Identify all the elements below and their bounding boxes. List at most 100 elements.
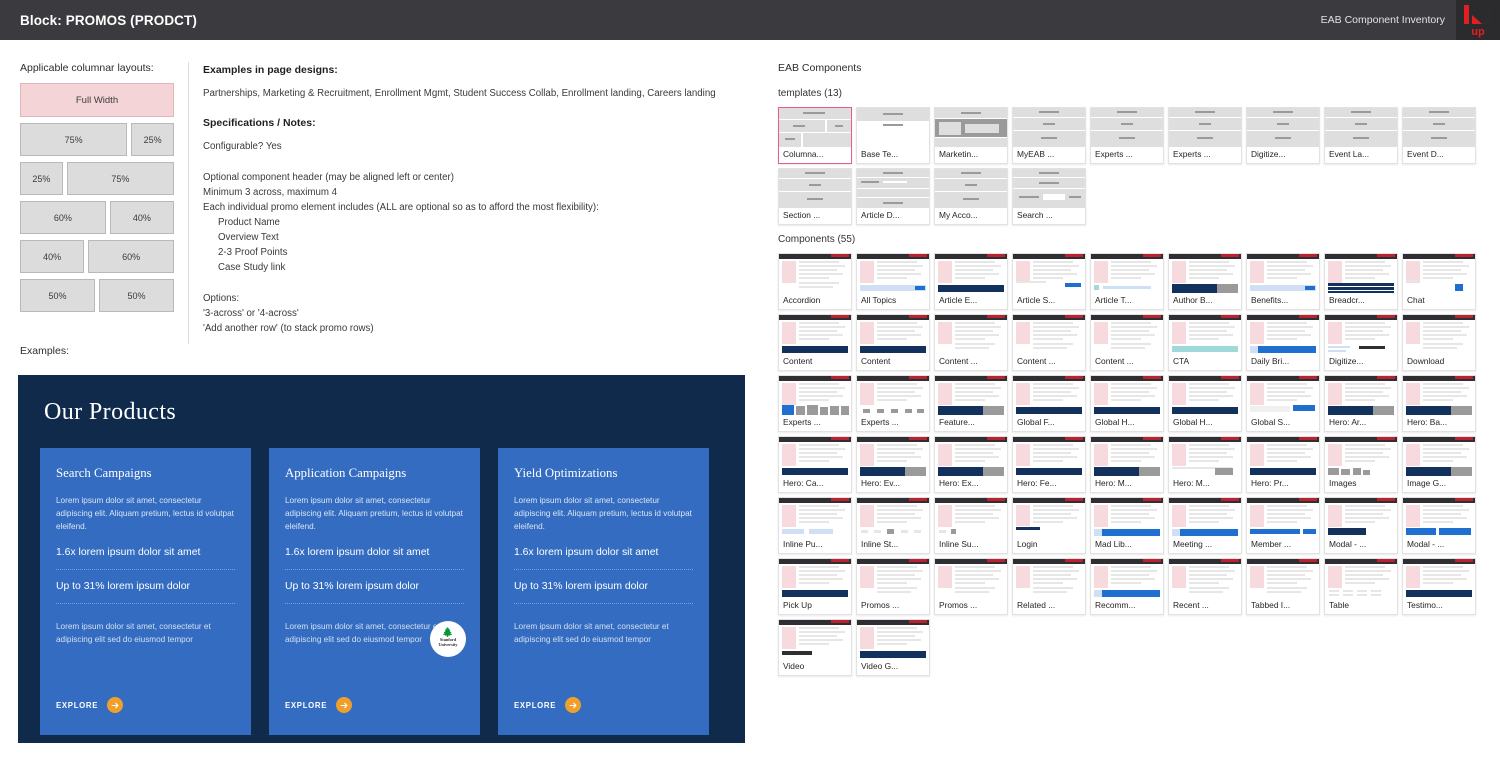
component-thumbnail[interactable]: Article T... (1090, 253, 1164, 310)
component-thumbnail[interactable]: Breadcr... (1324, 253, 1398, 310)
component-thumbnail[interactable]: Login (1012, 497, 1086, 554)
layout-option-75[interactable]: 75% (66, 162, 174, 195)
layout-option-60[interactable]: 60% (88, 240, 174, 273)
layout-option-full-width[interactable]: Full Width (20, 83, 174, 117)
template-thumbnail[interactable]: Experts ... (1168, 107, 1242, 164)
component-thumbnail[interactable]: Hero: M... (1090, 436, 1164, 493)
component-label: Inline St... (861, 539, 899, 549)
component-thumbnail[interactable]: Hero: Ex... (934, 436, 1008, 493)
template-thumbnail[interactable]: Event D... (1402, 107, 1476, 164)
component-thumbnail[interactable]: Meeting ... (1168, 497, 1242, 554)
component-label: Hero: Ba... (1407, 417, 1448, 427)
explore-link[interactable]: EXPLORE (285, 697, 353, 713)
component-preview-image (1091, 559, 1163, 598)
component-thumbnail[interactable]: Content ... (1012, 314, 1086, 371)
component-label: Daily Bri... (1251, 356, 1290, 366)
columnar-layouts-panel: Applicable columnar layouts: Full Width … (20, 62, 180, 318)
template-thumbnail[interactable]: Section ... (778, 168, 852, 225)
component-thumbnail[interactable]: CTA (1168, 314, 1242, 371)
tree-icon: 🌲 (442, 627, 454, 638)
component-thumbnail[interactable]: Hero: Ca... (778, 436, 852, 493)
template-thumbnail[interactable]: My Acco... (934, 168, 1008, 225)
template-label: Columna... (783, 149, 824, 159)
component-thumbnail[interactable]: Article S... (1012, 253, 1086, 310)
component-thumbnail[interactable]: Feature... (934, 375, 1008, 432)
component-thumbnail[interactable]: All Topics (856, 253, 930, 310)
explore-link[interactable]: EXPLORE (514, 697, 582, 713)
component-thumbnail[interactable]: Modal - ... (1324, 497, 1398, 554)
component-thumbnail[interactable]: Inline Su... (934, 497, 1008, 554)
template-thumbnail[interactable]: Search ... (1012, 168, 1086, 225)
template-thumbnail[interactable]: Columna... (778, 107, 852, 164)
template-thumbnail[interactable]: Article D... (856, 168, 930, 225)
component-thumbnail[interactable]: Promos ... (856, 558, 930, 615)
component-thumbnail[interactable]: Promos ... (934, 558, 1008, 615)
examples-heading: Examples: (20, 345, 70, 357)
component-thumbnail[interactable]: Hero: Pr... (1246, 436, 1320, 493)
component-thumbnail[interactable]: Content ... (934, 314, 1008, 371)
component-thumbnail[interactable]: Member ... (1246, 497, 1320, 554)
component-thumbnail[interactable]: Hero: Ev... (856, 436, 930, 493)
component-thumbnail[interactable]: Pick Up (778, 558, 852, 615)
template-thumbnail[interactable]: Digitize... (1246, 107, 1320, 164)
component-thumbnail[interactable]: Global H... (1168, 375, 1242, 432)
layout-option-50[interactable]: 50% (99, 279, 174, 312)
promo-card[interactable]: Application Campaigns Lorem ipsum dolor … (269, 448, 480, 735)
layout-option-50[interactable]: 50% (20, 279, 95, 312)
component-thumbnail[interactable]: Global H... (1090, 375, 1164, 432)
component-thumbnail[interactable]: Benefits... (1246, 253, 1320, 310)
component-thumbnail[interactable]: Digitize... (1324, 314, 1398, 371)
component-thumbnail[interactable]: Daily Bri... (1246, 314, 1320, 371)
layout-option-25[interactable]: 25% (20, 162, 63, 195)
eab-components-panel: EAB Components templates (13) Columna...… (778, 62, 1488, 676)
promo-card[interactable]: Yield Optimizations Lorem ipsum dolor si… (498, 448, 709, 735)
component-label: Mad Lib... (1095, 539, 1132, 549)
component-thumbnail[interactable]: Experts ... (778, 375, 852, 432)
explore-link[interactable]: EXPLORE (56, 697, 124, 713)
component-thumbnail[interactable]: Hero: Ba... (1402, 375, 1476, 432)
component-thumbnail[interactable]: Global F... (1012, 375, 1086, 432)
layout-option-75[interactable]: 75% (20, 123, 128, 156)
component-thumbnail[interactable]: Global S... (1246, 375, 1320, 432)
template-thumbnail[interactable]: MyEAB ... (1012, 107, 1086, 164)
layout-option-60[interactable]: 60% (20, 201, 106, 234)
component-thumbnail[interactable]: Hero: Ar... (1324, 375, 1398, 432)
component-thumbnail[interactable]: Inline Pu... (778, 497, 852, 554)
component-thumbnail[interactable]: Video G... (856, 619, 930, 676)
component-thumbnail[interactable]: Hero: Fe... (1012, 436, 1086, 493)
component-thumbnail[interactable]: Image G... (1402, 436, 1476, 493)
component-thumbnail[interactable]: Content (856, 314, 930, 371)
component-thumbnail[interactable]: Download (1402, 314, 1476, 371)
component-thumbnail[interactable]: Images (1324, 436, 1398, 493)
component-thumbnail[interactable]: Table (1324, 558, 1398, 615)
component-thumbnail[interactable]: Mad Lib... (1090, 497, 1164, 554)
template-thumbnail[interactable]: Event La... (1324, 107, 1398, 164)
component-thumbnail[interactable]: Recent ... (1168, 558, 1242, 615)
component-thumbnail[interactable]: Modal - ... (1402, 497, 1476, 554)
template-thumbnail[interactable]: Marketin... (934, 107, 1008, 164)
layout-row: 50% 50% (20, 279, 174, 312)
component-label: Benefits... (1251, 295, 1289, 305)
template-thumbnail[interactable]: Base Te... (856, 107, 930, 164)
layout-option-40[interactable]: 40% (109, 201, 174, 234)
promo-card[interactable]: Search Campaigns Lorem ipsum dolor sit a… (40, 448, 251, 735)
component-thumbnail[interactable]: Author B... (1168, 253, 1242, 310)
component-thumbnail[interactable]: Chat (1402, 253, 1476, 310)
component-thumbnail[interactable]: Testimo... (1402, 558, 1476, 615)
component-preview-image (935, 437, 1007, 476)
layout-option-25[interactable]: 25% (131, 123, 174, 156)
component-thumbnail[interactable]: Article E... (934, 253, 1008, 310)
component-thumbnail[interactable]: Recomm... (1090, 558, 1164, 615)
component-label: Content ... (939, 356, 978, 366)
component-thumbnail[interactable]: Hero: M... (1168, 436, 1242, 493)
component-thumbnail[interactable]: Experts ... (856, 375, 930, 432)
component-thumbnail[interactable]: Accordion (778, 253, 852, 310)
component-thumbnail[interactable]: Video (778, 619, 852, 676)
component-thumbnail[interactable]: Tabbed I... (1246, 558, 1320, 615)
component-thumbnail[interactable]: Content (778, 314, 852, 371)
template-thumbnail[interactable]: Experts ... (1090, 107, 1164, 164)
component-thumbnail[interactable]: Content ... (1090, 314, 1164, 371)
layout-option-40[interactable]: 40% (20, 240, 85, 273)
component-thumbnail[interactable]: Related ... (1012, 558, 1086, 615)
component-thumbnail[interactable]: Inline St... (856, 497, 930, 554)
